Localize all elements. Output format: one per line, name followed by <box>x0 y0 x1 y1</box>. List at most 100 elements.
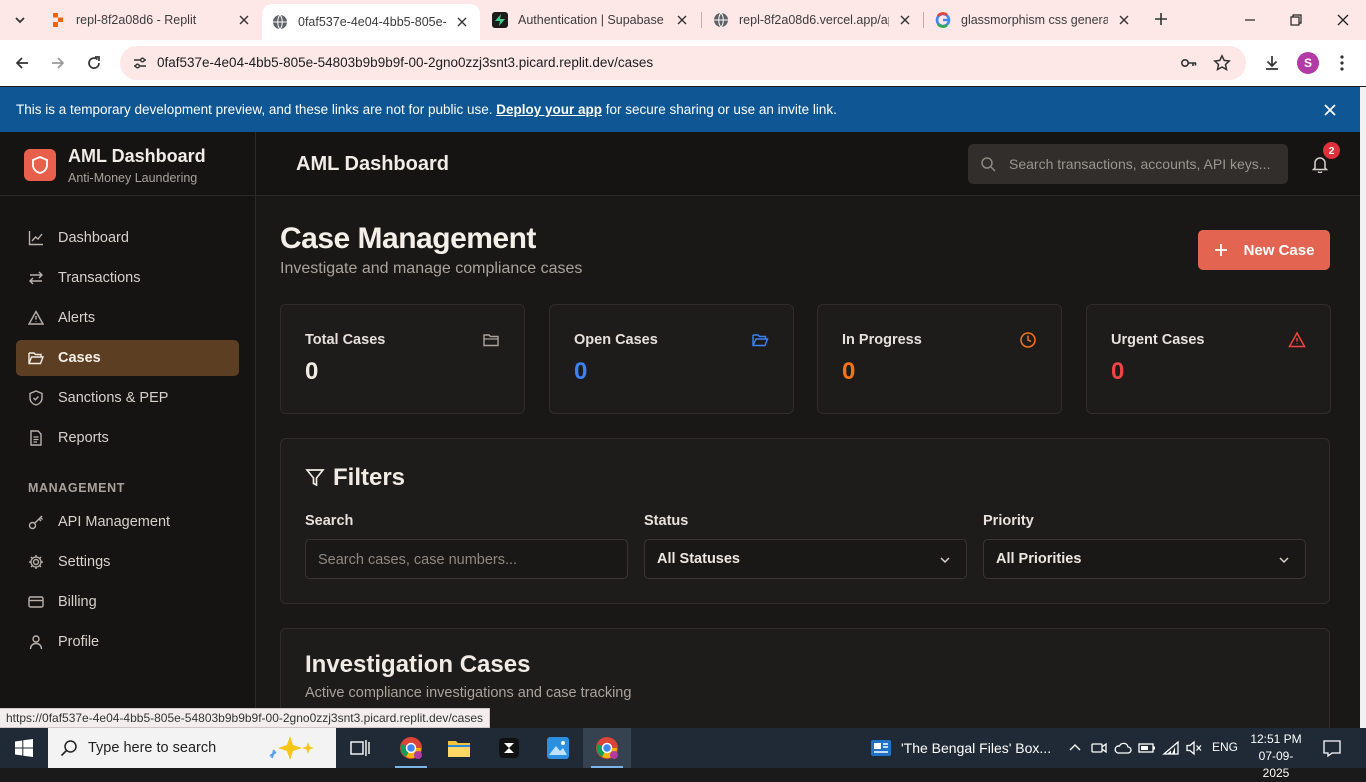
news-widget[interactable]: 'The Bengal Files' Box... <box>870 728 1051 768</box>
shield-icon <box>27 389 45 407</box>
address-bar[interactable]: 0faf537e-4e04-4bb5-805e-54803b9b9b9f-00-… <box>120 46 1246 80</box>
sidebar-item-cases[interactable]: Cases <box>16 340 239 376</box>
windows-taskbar: Type here to search 'The Bengal Files' B… <box>0 728 1366 780</box>
global-search-input[interactable]: Search transactions, accounts, API keys.… <box>968 144 1288 184</box>
close-tab-icon[interactable] <box>674 12 690 28</box>
chrome-taskbar-icon[interactable] <box>387 728 435 768</box>
sidebar-item-billing[interactable]: Billing <box>16 584 239 620</box>
status-select[interactable]: All Statuses <box>644 539 967 579</box>
page-scrollbar[interactable] <box>1360 87 1366 728</box>
news-text: 'The Bengal Files' Box... <box>901 740 1052 756</box>
browser-menu-icon[interactable] <box>1330 51 1354 75</box>
new-tab-icon[interactable] <box>1150 8 1172 30</box>
tray-chevron-up-icon[interactable] <box>1066 739 1084 757</box>
arrows-swap-icon <box>27 269 45 287</box>
folder-icon <box>483 334 499 347</box>
new-case-button[interactable]: New Case <box>1198 230 1330 270</box>
tab-title: repl-8f2a08d6.vercel.app/ap <box>739 13 889 27</box>
clock-time: 12:51 PM <box>1250 732 1302 746</box>
app-taskbar-icon[interactable] <box>485 728 533 768</box>
stat-label: In Progress <box>842 332 922 348</box>
priority-select-value: All Priorities <box>996 551 1082 567</box>
deploy-app-link[interactable]: Deploy your app <box>496 102 602 117</box>
sidebar-item-reports[interactable]: Reports <box>16 420 239 456</box>
taskbar-search-box[interactable]: Type here to search <box>48 728 336 768</box>
sidebar: AML Dashboard Anti-Money Laundering Dash… <box>0 132 256 728</box>
sidebar-item-label: Dashboard <box>58 230 129 246</box>
site-info-icon[interactable] <box>130 53 150 73</box>
sidebar-item-label: Alerts <box>58 310 96 326</box>
sidebar-item-label: Billing <box>58 594 97 610</box>
link-status-bubble: https://0faf537e-4e04-4bb5-805e-54803b9b… <box>0 708 490 728</box>
investigation-subtitle: Active compliance investigations and cas… <box>305 685 632 701</box>
back-arrow-icon[interactable] <box>10 51 34 75</box>
sidebar-item-profile[interactable]: Profile <box>16 624 239 660</box>
system-clock[interactable]: 12:51 PM 07-09-2025 <box>1247 731 1305 782</box>
meet-now-icon[interactable] <box>1090 739 1108 757</box>
browser-tabstrip: repl-8f2a08d6 - Replit 0faf537e-4e04-4bb… <box>0 0 1366 40</box>
browser-tab-google[interactable]: glassmorphism css generato <box>925 4 1142 36</box>
tab-separator <box>701 12 702 28</box>
browser-tab-replit[interactable]: repl-8f2a08d6 - Replit <box>40 4 262 36</box>
sidebar-item-api-management[interactable]: API Management <box>16 504 239 540</box>
profile-avatar[interactable]: S <box>1297 52 1319 74</box>
bookmark-star-icon[interactable] <box>1212 53 1232 73</box>
taskbar-search-text: Type here to search <box>88 740 217 756</box>
priority-select[interactable]: All Priorities <box>983 539 1306 579</box>
credit-card-icon <box>27 593 45 611</box>
file-explorer-icon[interactable] <box>435 728 483 768</box>
language-indicator[interactable]: ENG <box>1212 740 1238 754</box>
volume-muted-icon[interactable] <box>1185 739 1203 757</box>
global-search-placeholder: Search transactions, accounts, API keys.… <box>1009 156 1271 172</box>
download-icon[interactable] <box>1260 51 1284 75</box>
google-favicon-icon <box>935 12 951 28</box>
sidebar-item-dashboard[interactable]: Dashboard <box>16 220 239 256</box>
tab-search-icon[interactable] <box>8 8 32 32</box>
page-subtitle: Investigate and manage compliance cases <box>280 260 583 277</box>
windows-start-icon[interactable] <box>0 728 48 768</box>
clock-date: 07-09-2025 <box>1258 749 1294 780</box>
sidebar-item-label: Settings <box>58 554 111 570</box>
photos-taskbar-icon[interactable] <box>534 728 582 768</box>
banner-close-icon[interactable] <box>1320 100 1340 120</box>
stat-label: Urgent Cases <box>1111 332 1205 348</box>
search-highlight-sparkle-icon <box>269 736 314 760</box>
chrome-profile-taskbar-icon[interactable] <box>583 728 631 768</box>
filters-panel: Filters Search Search cases, case number… <box>280 438 1330 604</box>
sidebar-item-label: Reports <box>58 430 109 446</box>
notification-center-icon[interactable] <box>1322 738 1342 758</box>
sidebar-item-settings[interactable]: Settings <box>16 544 239 580</box>
sidebar-item-sanctions[interactable]: Sanctions & PEP <box>16 380 239 416</box>
forward-arrow-icon[interactable] <box>46 51 70 75</box>
sidebar-item-alerts[interactable]: Alerts <box>16 300 239 336</box>
close-window-icon[interactable] <box>1331 8 1355 32</box>
stat-value: 0 <box>1111 358 1125 385</box>
password-key-icon[interactable] <box>1179 53 1199 73</box>
warning-triangle-icon <box>27 309 45 327</box>
browser-tab-supabase[interactable]: Authentication | Supabase <box>482 4 700 36</box>
close-tab-icon[interactable] <box>1116 12 1132 28</box>
cloud-sync-icon[interactable] <box>1114 739 1132 757</box>
reload-icon[interactable] <box>82 51 106 75</box>
shield-logo-icon <box>24 149 56 181</box>
tab-title: repl-8f2a08d6 - Replit <box>76 13 197 27</box>
browser-tab-active[interactable]: 0faf537e-4e04-4bb5-805e-5 <box>262 4 480 40</box>
stat-value: 0 <box>305 358 319 385</box>
clock-icon <box>1020 332 1036 348</box>
stat-label: Open Cases <box>574 332 658 348</box>
minimize-icon[interactable] <box>1238 8 1262 32</box>
close-tab-icon[interactable] <box>897 12 913 28</box>
gear-icon <box>27 553 45 571</box>
case-search-input[interactable]: Search cases, case numbers... <box>305 539 628 579</box>
battery-icon[interactable] <box>1138 739 1156 757</box>
task-view-icon[interactable] <box>336 728 384 768</box>
sidebar-item-transactions[interactable]: Transactions <box>16 260 239 296</box>
brand-title: AML Dashboard <box>68 146 206 166</box>
maximize-icon[interactable] <box>1284 8 1308 32</box>
banner-text-after: for secure sharing or use an invite link… <box>602 102 837 117</box>
wifi-icon[interactable] <box>1162 739 1180 757</box>
close-tab-icon[interactable] <box>236 12 252 28</box>
close-tab-icon[interactable] <box>454 14 470 30</box>
browser-tab-vercel[interactable]: repl-8f2a08d6.vercel.app/ap <box>703 4 923 36</box>
supabase-favicon-icon <box>492 12 508 28</box>
